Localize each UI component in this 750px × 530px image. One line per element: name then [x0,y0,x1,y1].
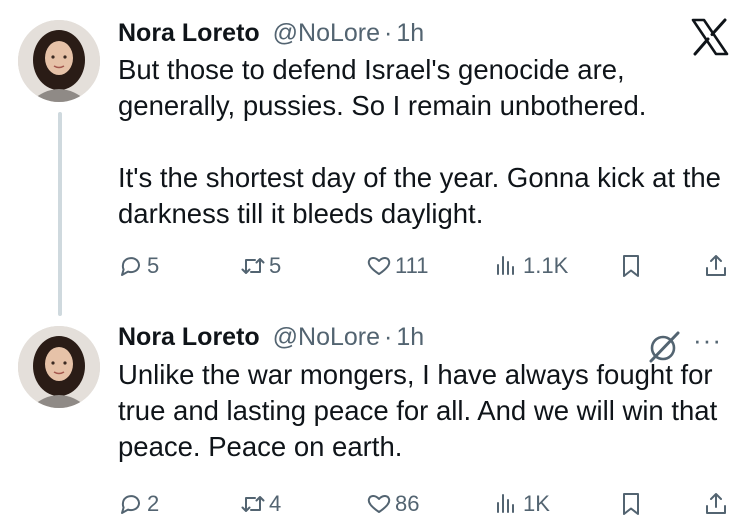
bookmark-icon [623,255,639,277]
repost-icon [241,258,265,274]
action-bar: 2 4 86 1K [118,488,733,520]
reply-count: 2 [147,491,160,516]
avatar[interactable] [18,326,100,408]
heart-icon [367,495,391,513]
author-handle[interactable]: @NoLore [273,19,380,47]
reply-icon [121,495,140,514]
views-count: 1.1K [523,253,569,278]
views-button[interactable]: 1K [494,488,550,520]
like-button[interactable]: 86 [366,488,419,520]
bookmark-button[interactable] [618,488,644,520]
reply-icon [121,257,140,276]
action-bar: 5 5 111 1.1K [118,250,733,282]
x-logo-icon [691,18,729,56]
avatar[interactable] [18,20,100,102]
reply-button[interactable]: 2 [118,488,159,520]
like-count: 111 [395,253,429,278]
repost-icon [241,496,265,512]
repost-button[interactable]: 4 [240,488,281,520]
author-handle[interactable]: @NoLore [273,323,380,351]
tweet[interactable]: Nora Loreto @NoLore · 1h But those to defe… [0,0,750,310]
share-button[interactable] [703,250,729,282]
bookmark-button[interactable] [618,250,644,282]
tweet-text: But those to defend Israel's genocide ar… [118,54,721,229]
repost-count: 5 [269,253,282,278]
tweet-text: Unlike the war mongers, I have always fo… [118,359,718,462]
like-button[interactable]: 111 [366,250,428,282]
reply-button[interactable]: 5 [118,250,159,282]
views-button[interactable]: 1.1K [494,250,568,282]
views-icon [497,494,514,513]
tweet-header: Nora Loreto @NoLore · 1h [118,322,424,352]
repost-button[interactable]: 5 [240,250,281,282]
separator: · [384,19,393,47]
timestamp[interactable]: 1h [396,323,424,351]
views-count: 1K [523,491,550,516]
bookmark-icon [623,493,639,515]
tweet[interactable]: Nora Loreto @NoLore · 1h ··· Unlike the wa… [0,310,750,530]
repost-count: 4 [269,491,282,516]
more-options-icon[interactable]: ··· [693,327,733,354]
author-name[interactable]: Nora Loreto [118,323,260,351]
share-button[interactable] [703,488,729,520]
author-name[interactable]: Nora Loreto [118,19,260,47]
like-count: 86 [395,491,420,516]
timestamp[interactable]: 1h [396,19,424,47]
share-icon [706,493,726,514]
separator: · [384,323,393,351]
tweet-header: Nora Loreto @NoLore · 1h [118,18,424,48]
share-icon [706,255,726,276]
heart-icon [367,257,391,275]
reply-count: 5 [147,253,160,278]
views-icon [497,256,514,275]
